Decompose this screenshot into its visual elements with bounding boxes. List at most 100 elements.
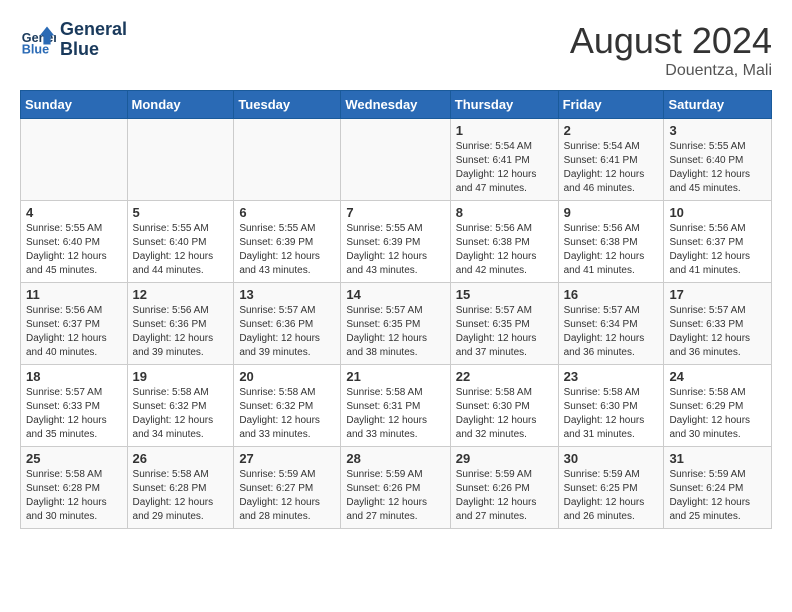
calendar-cell: 26Sunrise: 5:58 AM Sunset: 6:28 PM Dayli… (127, 447, 234, 529)
header-wednesday: Wednesday (341, 91, 450, 119)
logo-line2: Blue (60, 40, 127, 60)
week-row-1: 4 Sunrise: 5:55 AM Sunset: 6:40 PM Daylig… (21, 201, 772, 283)
header-row: SundayMondayTuesdayWednesdayThursdayFrid… (21, 91, 772, 119)
day-number: 21 (346, 369, 444, 384)
day-number: 3 (669, 123, 766, 138)
week-row-3: 18 Sunrise: 5:57 AM Sunset: 6:33 PM Dayli… (21, 365, 772, 447)
calendar-cell (127, 119, 234, 201)
month-title: August 2024 (570, 20, 772, 62)
day-info: Sunrise: 5:59 AM Sunset: 6:26 PM Dayligh… (346, 468, 444, 524)
calendar-cell: 7 Sunrise: 5:55 AM Sunset: 6:39 PM Daylig… (341, 201, 450, 283)
day-number: 7 (346, 205, 444, 220)
day-number: 23 (564, 369, 659, 384)
day-number: 19 (133, 369, 229, 384)
day-info: Sunrise: 5:58 AM Sunset: 6:28 PM Dayligh… (133, 468, 229, 524)
day-info: Sunrise: 5:56 AM Sunset: 6:38 PM Dayligh… (456, 222, 553, 278)
day-info: Sunrise: 5:55 AM Sunset: 6:39 PM Dayligh… (239, 222, 335, 278)
calendar-cell: 3 Sunrise: 5:55 AM Sunset: 6:40 PM Daylig… (664, 119, 772, 201)
day-number: 20 (239, 369, 335, 384)
header-sunday: Sunday (21, 91, 128, 119)
calendar-cell: 27Sunrise: 5:59 AM Sunset: 6:27 PM Dayli… (234, 447, 341, 529)
header-tuesday: Tuesday (234, 91, 341, 119)
week-row-2: 11Sunrise: 5:56 AM Sunset: 6:37 PM Dayli… (21, 283, 772, 365)
day-info: Sunrise: 5:57 AM Sunset: 6:33 PM Dayligh… (26, 386, 122, 442)
day-info: Sunrise: 5:55 AM Sunset: 6:40 PM Dayligh… (26, 222, 122, 278)
day-number: 6 (239, 205, 335, 220)
day-info: Sunrise: 5:54 AM Sunset: 6:41 PM Dayligh… (456, 140, 553, 196)
header-saturday: Saturday (664, 91, 772, 119)
calendar-cell: 20 Sunrise: 5:58 AM Sunset: 6:32 PM Dayli… (234, 365, 341, 447)
calendar-cell: 6 Sunrise: 5:55 AM Sunset: 6:39 PM Daylig… (234, 201, 341, 283)
day-info: Sunrise: 5:58 AM Sunset: 6:29 PM Dayligh… (669, 386, 766, 442)
calendar-cell: 25 Sunrise: 5:58 AM Sunset: 6:28 PM Dayli… (21, 447, 128, 529)
day-number: 12 (133, 287, 229, 302)
day-number: 25 (26, 451, 122, 466)
calendar-cell: 31Sunrise: 5:59 AM Sunset: 6:24 PM Dayli… (664, 447, 772, 529)
logo-text: General Blue (60, 20, 127, 60)
day-number: 30 (564, 451, 659, 466)
calendar-cell: 14Sunrise: 5:57 AM Sunset: 6:35 PM Dayli… (341, 283, 450, 365)
calendar-cell: 4 Sunrise: 5:55 AM Sunset: 6:40 PM Daylig… (21, 201, 128, 283)
calendar-cell: 23 Sunrise: 5:58 AM Sunset: 6:30 PM Dayli… (558, 365, 664, 447)
calendar-cell: 24 Sunrise: 5:58 AM Sunset: 6:29 PM Dayli… (664, 365, 772, 447)
calendar-cell: 22 Sunrise: 5:58 AM Sunset: 6:30 PM Dayli… (450, 365, 558, 447)
day-info: Sunrise: 5:59 AM Sunset: 6:26 PM Dayligh… (456, 468, 553, 524)
day-info: Sunrise: 5:55 AM Sunset: 6:40 PM Dayligh… (669, 140, 766, 196)
calendar-cell: 12 Sunrise: 5:56 AM Sunset: 6:36 PM Dayli… (127, 283, 234, 365)
day-info: Sunrise: 5:56 AM Sunset: 6:36 PM Dayligh… (133, 304, 229, 360)
day-number: 17 (669, 287, 766, 302)
day-info: Sunrise: 5:58 AM Sunset: 6:30 PM Dayligh… (564, 386, 659, 442)
calendar-cell: 11Sunrise: 5:56 AM Sunset: 6:37 PM Dayli… (21, 283, 128, 365)
day-info: Sunrise: 5:58 AM Sunset: 6:28 PM Dayligh… (26, 468, 122, 524)
day-info: Sunrise: 5:58 AM Sunset: 6:32 PM Dayligh… (239, 386, 335, 442)
day-number: 31 (669, 451, 766, 466)
title-area: August 2024 Douentza, Mali (570, 20, 772, 80)
logo: General Blue General Blue (20, 20, 127, 60)
calendar-cell: 1Sunrise: 5:54 AM Sunset: 6:41 PM Daylig… (450, 119, 558, 201)
day-info: Sunrise: 5:59 AM Sunset: 6:27 PM Dayligh… (239, 468, 335, 524)
calendar-cell: 2 Sunrise: 5:54 AM Sunset: 6:41 PM Daylig… (558, 119, 664, 201)
calendar-cell (21, 119, 128, 201)
day-info: Sunrise: 5:57 AM Sunset: 6:33 PM Dayligh… (669, 304, 766, 360)
day-number: 10 (669, 205, 766, 220)
day-info: Sunrise: 5:56 AM Sunset: 6:37 PM Dayligh… (669, 222, 766, 278)
calendar-cell: 8Sunrise: 5:56 AM Sunset: 6:38 PM Daylig… (450, 201, 558, 283)
day-number: 5 (133, 205, 229, 220)
day-number: 4 (26, 205, 122, 220)
day-number: 18 (26, 369, 122, 384)
calendar-cell (341, 119, 450, 201)
day-info: Sunrise: 5:55 AM Sunset: 6:40 PM Dayligh… (133, 222, 229, 278)
calendar-cell: 17 Sunrise: 5:57 AM Sunset: 6:33 PM Dayli… (664, 283, 772, 365)
location: Douentza, Mali (570, 62, 772, 80)
calendar-cell (234, 119, 341, 201)
page-header: General Blue General Blue August 2024 Do… (20, 20, 772, 80)
day-info: Sunrise: 5:58 AM Sunset: 6:31 PM Dayligh… (346, 386, 444, 442)
calendar-cell: 19 Sunrise: 5:58 AM Sunset: 6:32 PM Dayli… (127, 365, 234, 447)
day-info: Sunrise: 5:55 AM Sunset: 6:39 PM Dayligh… (346, 222, 444, 278)
svg-text:Blue: Blue (22, 42, 49, 56)
calendar-body: 1Sunrise: 5:54 AM Sunset: 6:41 PM Daylig… (21, 119, 772, 529)
calendar-cell: 29Sunrise: 5:59 AM Sunset: 6:26 PM Dayli… (450, 447, 558, 529)
day-number: 22 (456, 369, 553, 384)
week-row-4: 25 Sunrise: 5:58 AM Sunset: 6:28 PM Dayli… (21, 447, 772, 529)
calendar-cell: 28Sunrise: 5:59 AM Sunset: 6:26 PM Dayli… (341, 447, 450, 529)
day-number: 2 (564, 123, 659, 138)
calendar-table: SundayMondayTuesdayWednesdayThursdayFrid… (20, 90, 772, 529)
day-info: Sunrise: 5:56 AM Sunset: 6:37 PM Dayligh… (26, 304, 122, 360)
logo-icon: General Blue (20, 22, 56, 58)
day-info: Sunrise: 5:54 AM Sunset: 6:41 PM Dayligh… (564, 140, 659, 196)
calendar-header: SundayMondayTuesdayWednesdayThursdayFrid… (21, 91, 772, 119)
day-info: Sunrise: 5:57 AM Sunset: 6:36 PM Dayligh… (239, 304, 335, 360)
logo-line1: General (60, 20, 127, 40)
calendar-cell: 10 Sunrise: 5:56 AM Sunset: 6:37 PM Dayli… (664, 201, 772, 283)
day-info: Sunrise: 5:57 AM Sunset: 6:35 PM Dayligh… (346, 304, 444, 360)
day-info: Sunrise: 5:58 AM Sunset: 6:32 PM Dayligh… (133, 386, 229, 442)
calendar-cell: 16Sunrise: 5:57 AM Sunset: 6:34 PM Dayli… (558, 283, 664, 365)
day-number: 24 (669, 369, 766, 384)
week-row-0: 1Sunrise: 5:54 AM Sunset: 6:41 PM Daylig… (21, 119, 772, 201)
day-number: 13 (239, 287, 335, 302)
day-info: Sunrise: 5:57 AM Sunset: 6:34 PM Dayligh… (564, 304, 659, 360)
calendar-cell: 15Sunrise: 5:57 AM Sunset: 6:35 PM Dayli… (450, 283, 558, 365)
day-info: Sunrise: 5:58 AM Sunset: 6:30 PM Dayligh… (456, 386, 553, 442)
day-number: 9 (564, 205, 659, 220)
